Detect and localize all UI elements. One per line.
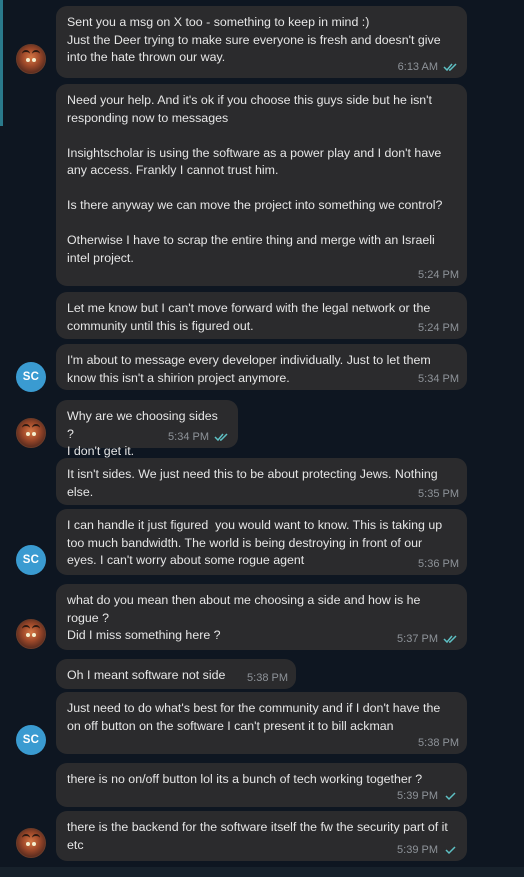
avatar-initials: SC xyxy=(22,554,40,566)
message-time: 5:36 PM xyxy=(418,558,459,570)
message-bubble[interactable]: I'm about to message every developer ind… xyxy=(56,344,467,390)
message-bubble[interactable]: Oh I meant software not side 5:38 PM xyxy=(56,659,296,689)
message-bubble[interactable]: Just need to do what's best for the comm… xyxy=(56,692,467,754)
message-time: 5:39 PM xyxy=(397,790,438,802)
double-check-icon xyxy=(214,433,228,442)
message-time: 5:34 PM xyxy=(418,373,459,385)
composer-edge xyxy=(0,867,524,877)
check-icon xyxy=(445,846,456,855)
message-meta: 5:24 PM xyxy=(418,269,459,281)
message-bubble[interactable]: Let me know but I can't move forward wit… xyxy=(56,292,467,339)
message-meta: 5:36 PM xyxy=(418,558,459,570)
message-bubble[interactable]: It isn't sides. We just need this to be … xyxy=(56,458,467,505)
message-bubble[interactable]: Why are we choosing sides ? I don't get … xyxy=(56,400,238,458)
message-bubble[interactable]: what do you mean then about me choosing … xyxy=(56,584,467,650)
message-meta: 5:38 PM xyxy=(418,737,459,749)
message-meta: 5:37 PM xyxy=(397,633,459,645)
deer-avatar-icon[interactable] xyxy=(16,418,46,448)
message-bubble[interactable]: there is the backend for the software it… xyxy=(56,811,467,861)
deer-avatar-icon[interactable] xyxy=(16,44,46,74)
message-text: Let me know but I can't move forward wit… xyxy=(67,301,434,333)
message-meta: 5:24 PM xyxy=(418,322,459,334)
message-time: 5:37 PM xyxy=(397,633,438,645)
message-meta: 5:35 PM xyxy=(418,488,459,500)
message-meta: 6:13 AM xyxy=(398,61,459,73)
message-time: 5:38 PM xyxy=(418,737,459,749)
check-icon xyxy=(445,792,456,801)
sc-avatar[interactable]: SC xyxy=(16,725,46,755)
double-check-icon xyxy=(443,635,457,644)
message-time: 5:39 PM xyxy=(397,844,438,856)
message-time: 5:35 PM xyxy=(418,488,459,500)
message-time: 5:34 PM xyxy=(168,431,209,443)
sc-avatar[interactable]: SC xyxy=(16,362,46,392)
message-bubble[interactable]: I can handle it just figured you would w… xyxy=(56,509,467,575)
message-meta: 5:39 PM xyxy=(397,844,459,856)
message-text: Sent you a msg on X too - something to k… xyxy=(67,15,441,64)
message-bubble[interactable]: there is no on/off button lol its a bunc… xyxy=(56,763,467,807)
message-meta: 5:34 PM xyxy=(168,431,230,443)
message-time: 5:24 PM xyxy=(418,269,459,281)
message-text: It isn't sides. We just need this to be … xyxy=(67,467,442,499)
message-text: Need your help. And it's ok if you choos… xyxy=(67,93,443,265)
message-bubble[interactable]: Need your help. And it's ok if you choos… xyxy=(56,84,467,286)
message-bubble[interactable]: Sent you a msg on X too - something to k… xyxy=(56,6,467,78)
scroll-accent-bar xyxy=(0,0,3,126)
message-text: there is no on/off button lol its a bunc… xyxy=(67,772,423,786)
deer-avatar-icon[interactable] xyxy=(16,828,46,858)
message-meta: 5:34 PM xyxy=(418,373,459,385)
double-check-icon xyxy=(443,63,457,72)
message-text: Just need to do what's best for the comm… xyxy=(67,701,444,733)
chat-view: Sent you a msg on X too - something to k… xyxy=(0,0,524,877)
message-time: 5:24 PM xyxy=(418,322,459,334)
deer-avatar-icon[interactable] xyxy=(16,619,46,649)
message-time: 6:13 AM xyxy=(397,61,438,73)
sc-avatar[interactable]: SC xyxy=(16,545,46,575)
avatar-initials: SC xyxy=(22,371,40,383)
avatar-initials: SC xyxy=(22,734,40,746)
message-time: 5:38 PM xyxy=(247,672,288,684)
message-meta: 5:38 PM xyxy=(247,672,288,684)
message-text: I can handle it just figured you would w… xyxy=(67,518,446,567)
message-text: I'm about to message every developer ind… xyxy=(67,353,435,385)
message-meta: 5:39 PM xyxy=(397,790,459,802)
